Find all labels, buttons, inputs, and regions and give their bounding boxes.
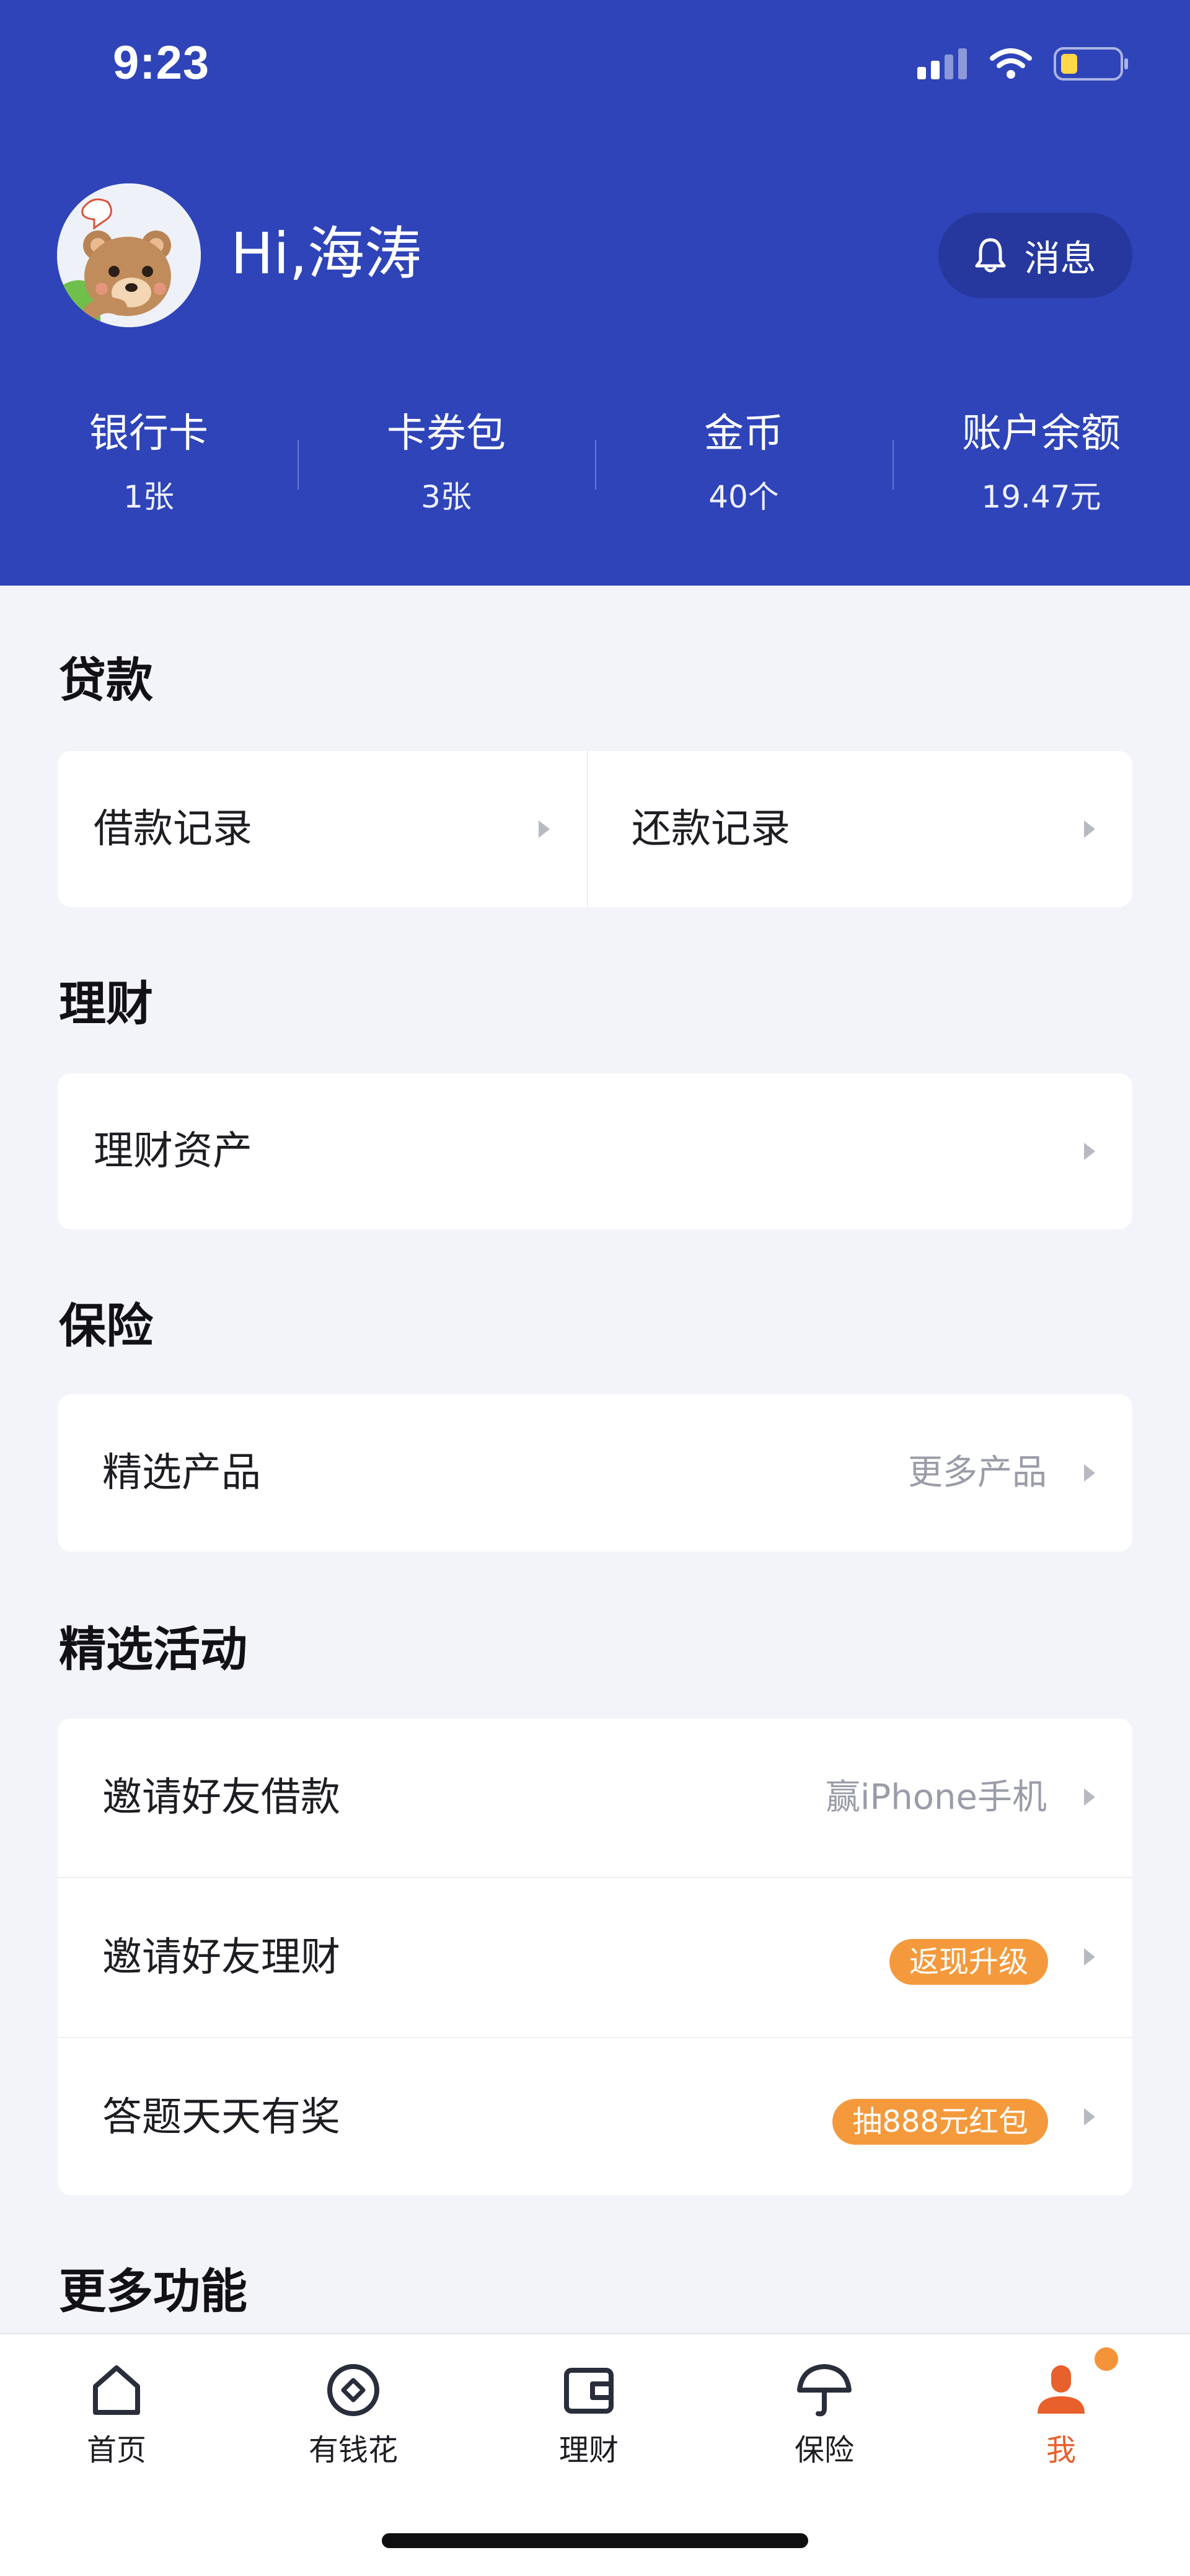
stat-gold-coins[interactable]: 金币 40个 (595, 403, 892, 522)
user-icon (1038, 2365, 1085, 2414)
featured-products-item[interactable]: 精选产品 更多产品 (58, 1394, 1132, 1552)
tab-label: 保险 (794, 2433, 854, 2468)
tab-insurance[interactable]: 保险 (750, 2359, 899, 2471)
stat-title: 卡券包 (387, 411, 506, 457)
bell-icon (975, 238, 1006, 273)
home-indicator[interactable] (382, 2533, 808, 2548)
notification-dot (1095, 2347, 1118, 2371)
avatar[interactable] (57, 183, 201, 327)
home-icon (93, 2365, 140, 2415)
tab-label: 有钱花 (308, 2433, 398, 2468)
stat-value: 3张 (421, 479, 472, 515)
section-title-finance: 理财 (59, 976, 153, 1031)
tab-finance[interactable]: 理财 (514, 2359, 663, 2471)
tab-label: 首页 (86, 2433, 146, 2468)
chevron-right-icon (1084, 2108, 1095, 2125)
insurance-card: 精选产品 更多产品 (58, 1394, 1132, 1552)
row-label: 邀请好友借款 (102, 1775, 340, 1821)
wifi-icon (990, 48, 1032, 79)
chevron-right-icon (1084, 1143, 1095, 1160)
profile-header: 9:23 Hi,海涛 消息 银行卡 1张 卡券包 3张 金币 40个 账户余额 … (0, 0, 1190, 586)
messages-button[interactable]: 消息 (938, 213, 1132, 298)
row-label: 精选产品 (102, 1450, 261, 1496)
section-title-loan: 贷款 (59, 653, 153, 708)
chevron-right-icon (539, 820, 550, 838)
chevron-right-icon (1084, 820, 1095, 838)
tab-me[interactable]: 我 (987, 2359, 1135, 2471)
bear-avatar-icon (57, 183, 201, 327)
finance-assets-item[interactable]: 理财资产 (58, 1073, 1132, 1229)
loan-card: 借款记录 还款记录 (58, 751, 1132, 907)
chevron-right-icon (1084, 1948, 1095, 1966)
wallet-icon (564, 2368, 614, 2414)
promo-badge: 抽888元红包 (832, 2099, 1048, 2145)
status-time: 9:23 (113, 37, 210, 89)
chevron-right-icon (1084, 1788, 1095, 1806)
stat-value: 1张 (123, 479, 174, 515)
section-title-more: 更多功能 (59, 2264, 247, 2319)
invite-friends-finance-item[interactable]: 邀请好友理财 返现升级 (58, 1878, 1132, 2038)
row-label: 理财资产 (94, 1128, 252, 1174)
stat-account-balance[interactable]: 账户余额 19.47元 (892, 403, 1190, 522)
row-label: 邀请好友理财 (102, 1935, 340, 1980)
stat-title: 账户余额 (962, 411, 1121, 457)
stat-title: 银行卡 (89, 411, 208, 457)
section-title-activities: 精选活动 (59, 1622, 247, 1677)
repayment-records-item[interactable]: 还款记录 (588, 751, 1132, 907)
chevron-right-icon (1084, 1464, 1095, 1482)
account-stats: 银行卡 1张 卡券包 3张 金币 40个 账户余额 19.47元 (0, 403, 1190, 539)
finance-card: 理财资产 (58, 1073, 1132, 1229)
greeting-text: Hi,海涛 (231, 221, 421, 287)
stat-bank-cards[interactable]: 银行卡 1张 (0, 403, 298, 522)
stat-coupon-wallet[interactable]: 卡券包 3张 (298, 403, 595, 522)
messages-label: 消息 (1024, 237, 1096, 279)
umbrella-icon (797, 2364, 852, 2417)
coin-icon (327, 2364, 379, 2416)
daily-quiz-item[interactable]: 答题天天有奖 抽888元红包 (58, 2038, 1132, 2196)
tab-home[interactable]: 首页 (42, 2359, 191, 2471)
activities-card: 邀请好友借款 赢iPhone手机 邀请好友理财 返现升级 答题天天有奖 抽888… (58, 1718, 1132, 2196)
tab-youqianhua[interactable]: 有钱花 (279, 2359, 428, 2471)
row-label: 借款记录 (94, 806, 252, 852)
promo-badge: 返现升级 (889, 1939, 1048, 1985)
stat-value: 19.47元 (981, 479, 1101, 515)
tab-label: 理财 (558, 2433, 619, 2468)
loan-records-item[interactable]: 借款记录 (58, 751, 588, 907)
battery-icon (1054, 47, 1128, 81)
stat-value: 40个 (708, 479, 779, 515)
row-label: 还款记录 (632, 806, 790, 852)
stat-title: 金币 (704, 411, 783, 457)
row-label: 答题天天有奖 (102, 2095, 340, 2140)
cellular-signal-icon (917, 48, 967, 79)
more-products-link[interactable]: 更多产品 (908, 1394, 1047, 1552)
row-hint: 赢iPhone手机 (825, 1777, 1047, 1818)
tab-label: 我 (1046, 2433, 1076, 2468)
section-title-insurance: 保险 (59, 1298, 153, 1353)
invite-friends-loan-item[interactable]: 邀请好友借款 赢iPhone手机 (58, 1718, 1132, 1878)
